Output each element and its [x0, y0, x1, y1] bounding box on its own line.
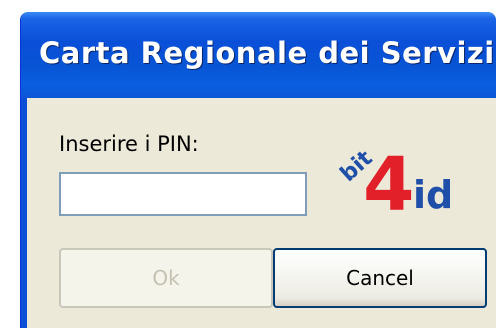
pin-label: Inserire i PIN:: [59, 132, 199, 156]
cancel-button-label: Cancel: [346, 266, 414, 290]
ok-button-label: Ok: [152, 266, 180, 290]
dialog-window: Carta Regionale dei Servizi Inserire i P…: [20, 12, 496, 328]
logo-text-4: 4: [363, 142, 415, 220]
window-title: Carta Regionale dei Servizi: [39, 36, 495, 70]
cancel-button[interactable]: Cancel: [273, 248, 487, 308]
title-bar[interactable]: Carta Regionale dei Servizi: [21, 12, 496, 98]
pin-input[interactable]: [59, 172, 307, 216]
ok-button[interactable]: Ok: [59, 248, 273, 308]
bit4id-logo: bit 4 id: [336, 142, 453, 220]
window-frame-left: [21, 98, 27, 328]
logo-text-id: id: [413, 173, 453, 217]
